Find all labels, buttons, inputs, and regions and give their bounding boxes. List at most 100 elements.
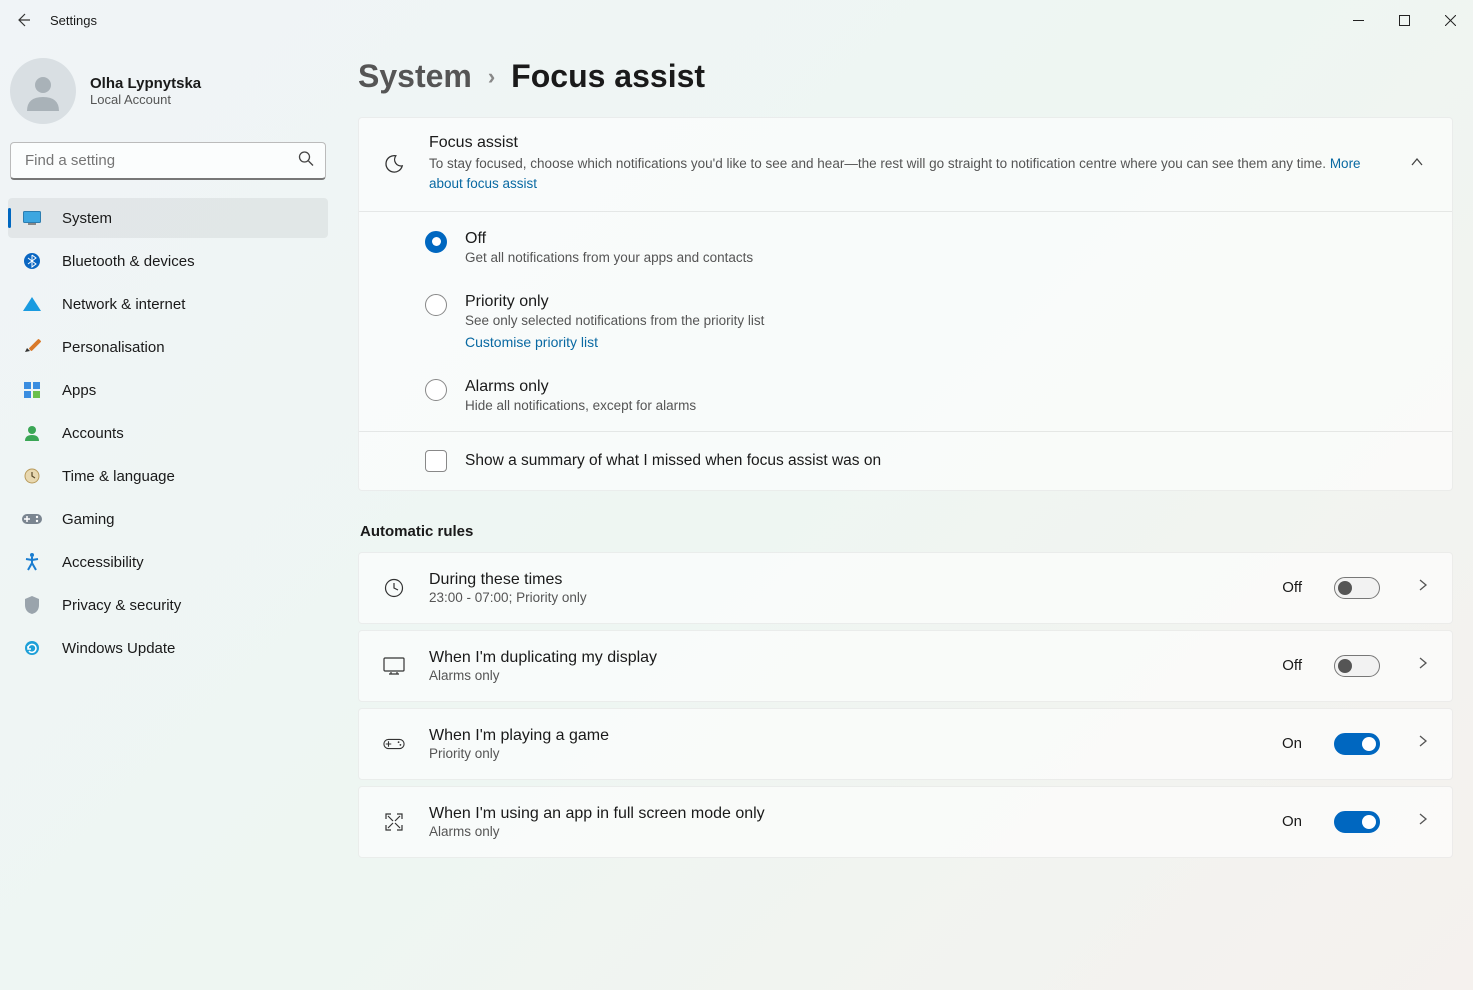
close-icon: [1445, 15, 1456, 26]
search-container: [10, 142, 326, 180]
sidebar-item-apps[interactable]: Apps: [8, 370, 328, 410]
sidebar-item-accounts[interactable]: Accounts: [8, 413, 328, 453]
focus-assist-header[interactable]: Focus assist To stay focused, choose whi…: [359, 118, 1452, 211]
rules-list: During these times23:00 - 07:00; Priorit…: [358, 552, 1453, 858]
back-icon: [15, 12, 31, 28]
sidebar-item-label: Accounts: [62, 425, 124, 442]
rule-clock[interactable]: During these times23:00 - 07:00; Priorit…: [358, 552, 1453, 624]
update-icon: [22, 638, 42, 658]
chevron-right-icon: ›: [488, 64, 495, 90]
clock-icon: [383, 578, 405, 598]
rule-sub: Alarms only: [429, 824, 1258, 839]
maximize-button[interactable]: [1381, 4, 1427, 36]
privacy-icon: [22, 595, 42, 615]
sidebar-item-label: Apps: [62, 382, 96, 399]
sidebar: Olha Lypnytska Local Account System Bluet…: [0, 40, 340, 990]
rule-sub: Priority only: [429, 746, 1258, 761]
rule-toggle[interactable]: [1334, 733, 1380, 755]
sidebar-item-label: Privacy & security: [62, 597, 181, 614]
avatar-icon: [23, 71, 63, 111]
network-icon: [22, 294, 42, 314]
radio-label: Alarms only: [465, 378, 696, 396]
sidebar-item-network[interactable]: Network & internet: [8, 284, 328, 324]
sidebar-item-label: Network & internet: [62, 296, 185, 313]
radio-sub: Hide all notifications, except for alarm…: [465, 398, 696, 413]
gaming-icon: [22, 509, 42, 529]
minimize-button[interactable]: [1335, 4, 1381, 36]
summary-row: Show a summary of what I missed when foc…: [359, 431, 1452, 490]
sidebar-item-label: System: [62, 210, 112, 227]
back-button[interactable]: [14, 11, 32, 29]
sidebar-item-personalise[interactable]: Personalisation: [8, 327, 328, 367]
time-icon: [22, 466, 42, 486]
radio-label: Priority only: [465, 293, 764, 311]
nav-list: System Bluetooth & devices Network & inter…: [8, 198, 328, 668]
sidebar-item-system[interactable]: System: [8, 198, 328, 238]
game-icon: [383, 736, 405, 752]
rule-game[interactable]: When I'm playing a gamePriority onlyOn: [358, 708, 1453, 780]
sidebar-item-time[interactable]: Time & language: [8, 456, 328, 496]
chevron-right-icon[interactable]: [1418, 656, 1428, 675]
apps-icon: [22, 380, 42, 400]
rule-sub: Alarms only: [429, 668, 1258, 683]
sidebar-item-label: Windows Update: [62, 640, 175, 657]
rule-monitor[interactable]: When I'm duplicating my displayAlarms on…: [358, 630, 1453, 702]
chevron-right-icon[interactable]: [1418, 578, 1428, 597]
collapse-button[interactable]: [1406, 151, 1428, 178]
focus-option-2: Alarms only Hide all notifications, excep…: [359, 364, 1452, 427]
rule-fullscreen[interactable]: When I'm using an app in full screen mod…: [358, 786, 1453, 858]
sidebar-item-gaming[interactable]: Gaming: [8, 499, 328, 539]
rule-title: When I'm using an app in full screen mod…: [429, 805, 1258, 823]
rule-title: During these times: [429, 571, 1258, 589]
rule-toggle[interactable]: [1334, 811, 1380, 833]
search-input[interactable]: [10, 142, 326, 180]
breadcrumb-current: Focus assist: [511, 58, 705, 95]
rule-toggle[interactable]: [1334, 655, 1380, 677]
close-button[interactable]: [1427, 4, 1473, 36]
rule-title: When I'm duplicating my display: [429, 649, 1258, 667]
profile-sub: Local Account: [90, 92, 201, 107]
moon-icon: [383, 153, 405, 175]
rules-heading: Automatic rules: [360, 523, 1453, 540]
radio-sub: Get all notifications from your apps and…: [465, 250, 753, 265]
monitor-icon: [383, 657, 405, 675]
search-icon[interactable]: [298, 151, 314, 172]
avatar: [10, 58, 76, 124]
rule-title: When I'm playing a game: [429, 727, 1258, 745]
chevron-right-icon[interactable]: [1418, 734, 1428, 753]
chevron-right-icon[interactable]: [1418, 812, 1428, 831]
focus-option-1: Priority onlySee only selected notificat…: [359, 279, 1452, 364]
summary-label: Show a summary of what I missed when foc…: [465, 452, 881, 470]
maximize-icon: [1399, 15, 1410, 26]
window-title: Settings: [50, 13, 97, 28]
toggle-state: On: [1282, 813, 1302, 830]
breadcrumb-parent[interactable]: System: [358, 58, 472, 95]
sidebar-item-bluetooth[interactable]: Bluetooth & devices: [8, 241, 328, 281]
rule-sub: 23:00 - 07:00; Priority only: [429, 590, 1258, 605]
focus-assist-card: Focus assist To stay focused, choose whi…: [358, 117, 1453, 491]
focus-option-0: Off Get all notifications from your apps …: [359, 216, 1452, 279]
system-icon: [22, 208, 42, 228]
profile-name: Olha Lypnytska: [90, 75, 201, 92]
radio-0[interactable]: [425, 231, 447, 253]
accounts-icon: [22, 423, 42, 443]
sidebar-item-privacy[interactable]: Privacy & security: [8, 585, 328, 625]
summary-checkbox[interactable]: [425, 450, 447, 472]
fullscreen-icon: [383, 812, 405, 832]
radio-label: Off: [465, 230, 753, 248]
focus-options: Off Get all notifications from your apps …: [359, 211, 1452, 431]
sidebar-item-label: Gaming: [62, 511, 115, 528]
sidebar-item-update[interactable]: Windows Update: [8, 628, 328, 668]
personalise-icon: [22, 337, 42, 357]
customise-link[interactable]: Customise priority list: [465, 334, 764, 350]
titlebar: Settings: [0, 0, 1473, 40]
profile-block[interactable]: Olha Lypnytska Local Account: [8, 54, 328, 142]
rule-toggle[interactable]: [1334, 577, 1380, 599]
toggle-state: Off: [1282, 657, 1302, 674]
sidebar-item-accessibility[interactable]: Accessibility: [8, 542, 328, 582]
chevron-up-icon: [1410, 155, 1424, 169]
bluetooth-icon: [22, 251, 42, 271]
radio-2[interactable]: [425, 379, 447, 401]
radio-1[interactable]: [425, 294, 447, 316]
sidebar-item-label: Time & language: [62, 468, 175, 485]
